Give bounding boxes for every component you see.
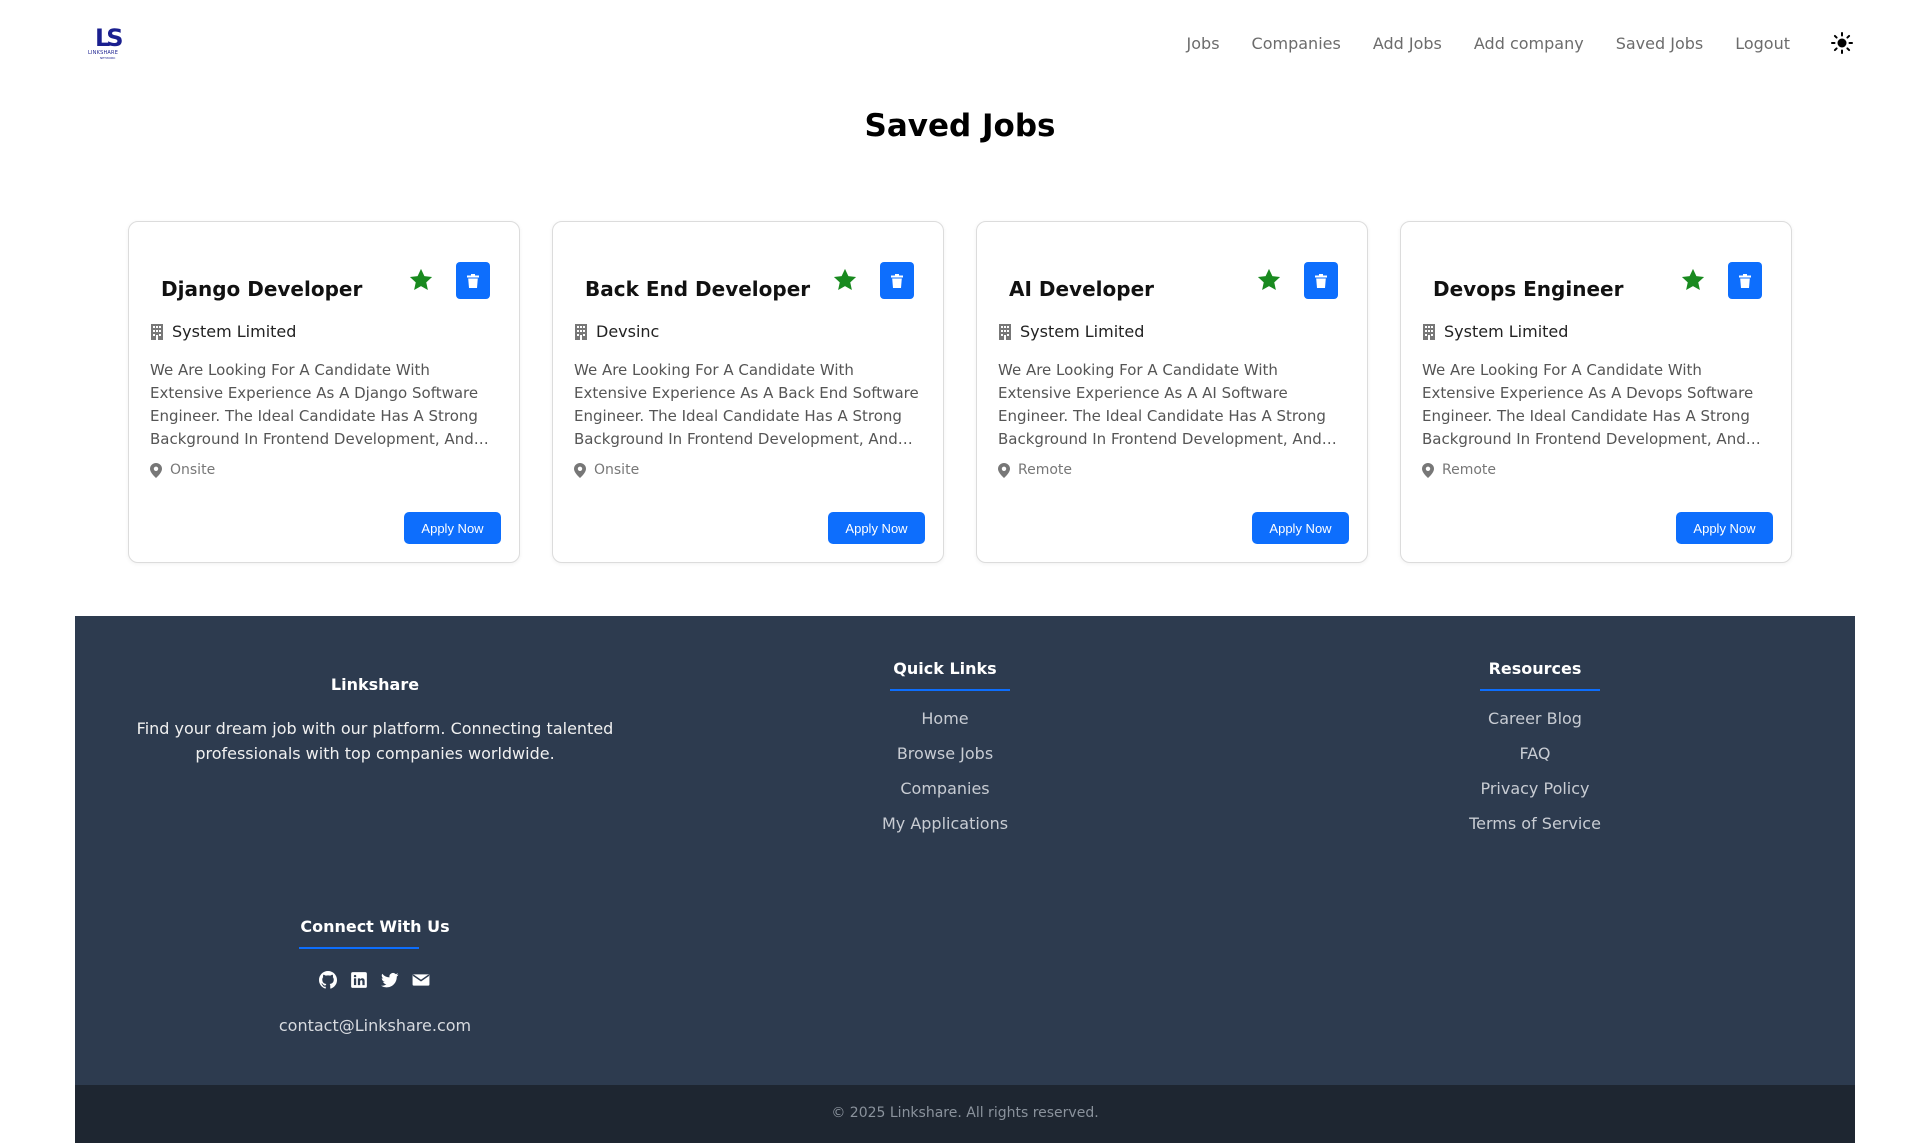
footer-link-home[interactable]: Home (845, 709, 1045, 728)
footer-quick-links-title: Quick Links (893, 659, 997, 678)
star-icon (409, 268, 433, 291)
company-name: Devsinc (596, 322, 660, 341)
nav-saved-jobs[interactable]: Saved Jobs (1616, 34, 1704, 53)
map-pin-icon (998, 462, 1010, 478)
github-icon[interactable] (319, 971, 337, 989)
copyright-bar: © 2025 Linkshare. All rights reserved. (75, 1085, 1855, 1143)
job-location: Remote (1442, 462, 1497, 478)
sun-icon (1831, 32, 1853, 54)
location-row: Onsite (574, 462, 639, 478)
building-icon (1423, 323, 1435, 340)
nav-add-company[interactable]: Add company (1474, 34, 1584, 53)
quick-links-underline (890, 689, 1010, 691)
delete-button[interactable] (1728, 262, 1762, 299)
company-row: System Limited (1422, 322, 1568, 341)
social-icons (319, 971, 430, 989)
job-title: Django Developer (161, 277, 363, 301)
resources-underline (1480, 689, 1600, 691)
nav-links: Jobs Companies Add Jobs Add company Save… (1187, 0, 1790, 86)
footer: Linkshare Find your dream job with our p… (75, 616, 1855, 1085)
job-card: Back End Developer Devsinc We Are Lookin… (552, 221, 944, 563)
apply-now-button[interactable]: Apply Now (1252, 512, 1349, 544)
job-title: Back End Developer (585, 277, 811, 301)
theme-toggle-button[interactable] (1830, 31, 1854, 55)
footer-link-career-blog[interactable]: Career Blog (1435, 709, 1635, 728)
footer-link-browse-jobs[interactable]: Browse Jobs (845, 744, 1045, 763)
star-icon (1257, 268, 1281, 291)
saved-star-button[interactable] (1679, 266, 1707, 294)
company-name: System Limited (1444, 322, 1569, 341)
envelope-icon[interactable] (412, 971, 430, 989)
location-row: Remote (1422, 462, 1496, 478)
nav-logout[interactable]: Logout (1735, 34, 1790, 53)
nav-jobs[interactable]: Jobs (1187, 34, 1220, 53)
footer-link-terms-of-service[interactable]: Terms of Service (1435, 814, 1635, 833)
star-icon (1681, 268, 1705, 291)
location-row: Onsite (150, 462, 215, 478)
footer-link-my-applications[interactable]: My Applications (845, 814, 1045, 833)
job-description: We Are Looking For A Candidate With Exte… (1422, 361, 1754, 448)
map-pin-icon (1422, 462, 1434, 478)
brand-logo[interactable]: LS LINKSHARE NETWORK (88, 25, 126, 63)
job-location: Remote (1018, 462, 1073, 478)
job-card: AI Developer System Limited We Are Looki… (976, 221, 1368, 563)
copyright-text: © 2025 Linkshare. All rights reserved. (831, 1105, 1099, 1121)
trash-icon (891, 273, 903, 288)
job-card: Django Developer System Limited We Are L… (128, 221, 520, 563)
footer-about-text: Find your dream job with our platform. C… (136, 719, 614, 763)
apply-now-button[interactable]: Apply Now (828, 512, 925, 544)
footer-link-privacy-policy[interactable]: Privacy Policy (1435, 779, 1635, 798)
company-name: System Limited (1020, 322, 1145, 341)
apply-now-button[interactable]: Apply Now (1676, 512, 1773, 544)
job-title: Devops Engineer (1433, 277, 1624, 301)
job-description: We Are Looking For A Candidate With Exte… (574, 361, 919, 448)
job-description: We Are Looking For A Candidate With Exte… (150, 361, 479, 448)
saved-star-button[interactable] (407, 266, 435, 294)
page-title: Saved Jobs (864, 108, 1056, 144)
trash-icon (1315, 273, 1327, 288)
logo-mark: LS (95, 24, 124, 52)
company-row: System Limited (150, 322, 296, 341)
job-location: Onsite (594, 462, 640, 478)
footer-link-faq[interactable]: FAQ (1435, 744, 1635, 763)
delete-button[interactable] (880, 262, 914, 299)
footer-connect-title: Connect With Us (300, 917, 450, 936)
logo-subtext: NETWORK (100, 56, 116, 60)
company-row: System Limited (998, 322, 1144, 341)
footer-about-title: Linkshare (330, 675, 420, 694)
trash-icon (467, 273, 479, 288)
connect-underline (299, 947, 419, 949)
footer-link-companies[interactable]: Companies (845, 779, 1045, 798)
location-row: Remote (998, 462, 1072, 478)
building-icon (999, 323, 1011, 340)
footer-resources-title: Resources (1488, 659, 1582, 678)
saved-jobs-list: Django Developer System Limited We Are L… (128, 221, 1792, 563)
job-location: Onsite (170, 462, 216, 478)
star-icon (833, 268, 857, 291)
building-icon (575, 323, 587, 340)
job-card: Devops Engineer System Limited We Are Lo… (1400, 221, 1792, 563)
job-title: AI Developer (1009, 277, 1154, 301)
saved-star-button[interactable] (1255, 266, 1283, 294)
job-description: We Are Looking For A Candidate With Exte… (998, 361, 1326, 448)
company-name: System Limited (172, 322, 297, 341)
map-pin-icon (574, 462, 586, 478)
delete-button[interactable] (456, 262, 490, 299)
company-row: Devsinc (574, 322, 659, 341)
twitter-icon[interactable] (381, 971, 399, 989)
building-icon (151, 323, 163, 340)
navbar: LS LINKSHARE NETWORK Jobs Companies Add … (0, 0, 1920, 86)
linkedin-icon[interactable] (350, 971, 368, 989)
nav-companies[interactable]: Companies (1252, 34, 1341, 53)
delete-button[interactable] (1304, 262, 1338, 299)
apply-now-button[interactable]: Apply Now (404, 512, 501, 544)
trash-icon (1739, 273, 1751, 288)
map-pin-icon (150, 462, 162, 478)
saved-star-button[interactable] (831, 266, 859, 294)
nav-add-jobs[interactable]: Add Jobs (1373, 34, 1442, 53)
contact-email[interactable]: contact@Linkshare.com (225, 1016, 525, 1035)
